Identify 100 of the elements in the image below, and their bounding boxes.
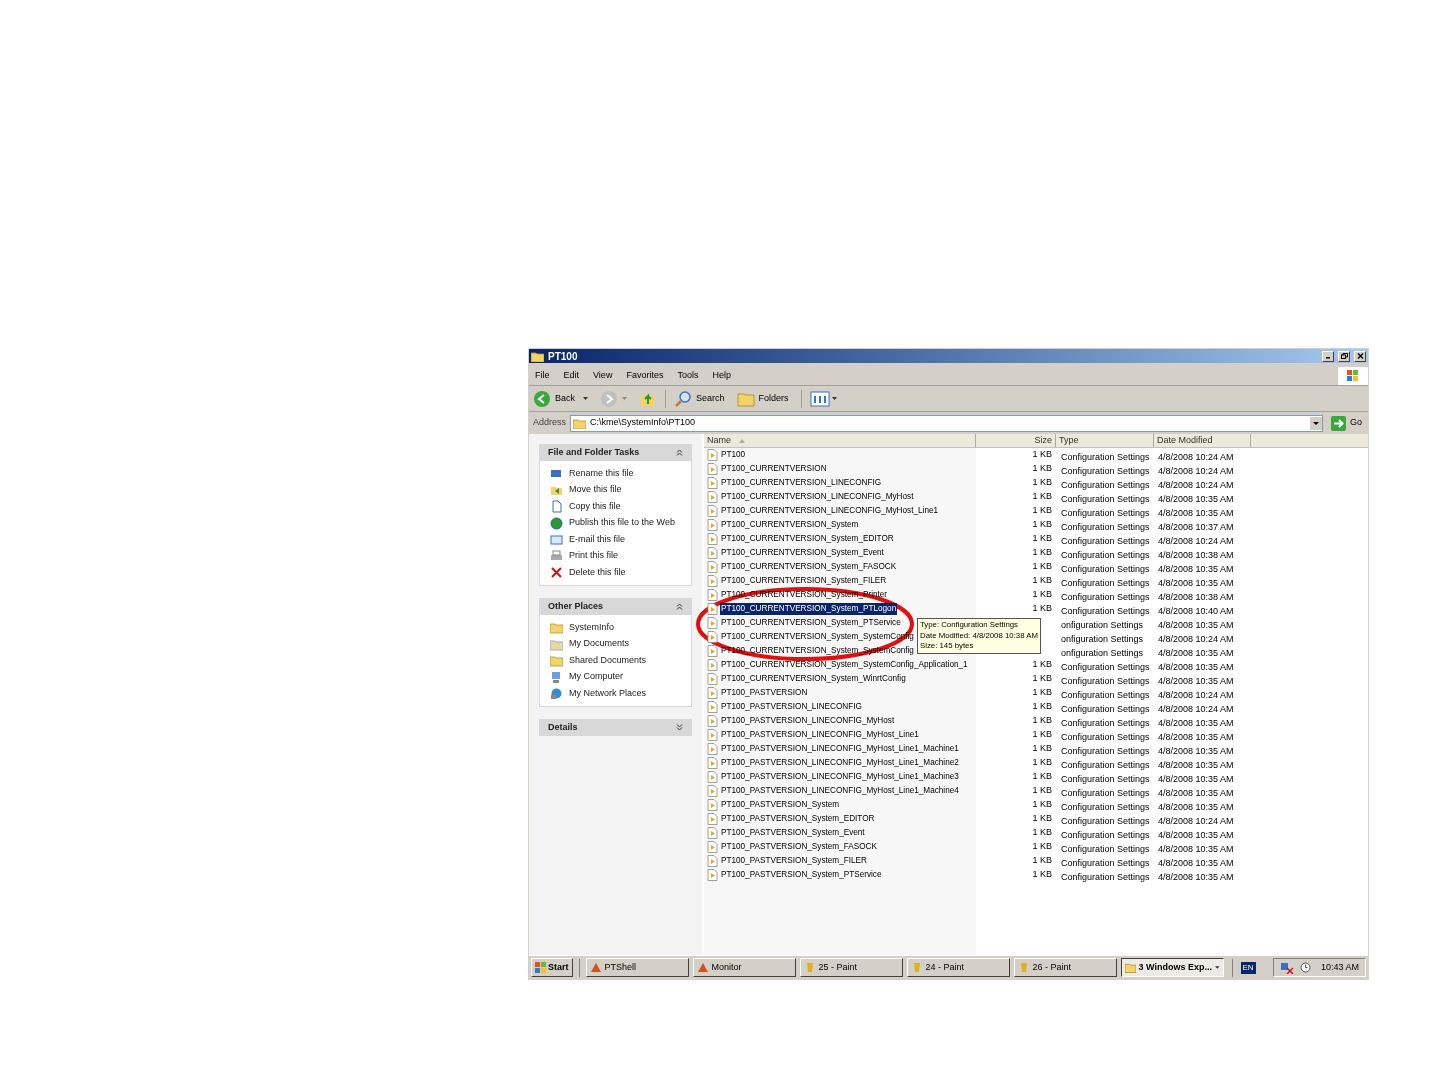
folder-icon [550, 654, 563, 667]
file-size: 1 KB [1032, 868, 1052, 882]
file-name[interactable]: PT100_CURRENTVERSION [720, 462, 828, 476]
column-header[interactable]: Type [1056, 434, 1154, 447]
file-icon [707, 603, 718, 615]
network-icon [550, 687, 563, 700]
column-header[interactable]: Size [976, 434, 1056, 447]
menu-item[interactable]: Edit [563, 368, 580, 383]
task-link[interactable]: Print this file [569, 549, 619, 563]
panel-header[interactable]: Other Places [539, 598, 692, 615]
folder-icon [573, 417, 587, 429]
file-name[interactable]: PT100_CURRENTVERSION_System_EDITOR [720, 532, 895, 546]
file-name[interactable]: PT100_PASTVERSION_System_Event [720, 826, 866, 840]
close-button[interactable] [1354, 350, 1366, 362]
date-modified: 4/8/2008 10:24 AM [1158, 816, 1234, 826]
taskbar-button[interactable]: 24 - Paint [906, 958, 1010, 977]
file-name[interactable]: PT100_CURRENTVERSION_System_PTLogon [720, 602, 898, 616]
date-modified: 4/8/2008 10:35 AM [1158, 802, 1234, 812]
task-link[interactable]: Publish this file to the Web [569, 516, 675, 530]
menu-item[interactable]: Favorites [626, 368, 664, 383]
file-name[interactable]: PT100_PASTVERSION_System [720, 798, 841, 812]
task-link[interactable]: SystemInfo [569, 620, 615, 635]
file-icon [707, 827, 718, 839]
file-icon [707, 505, 718, 517]
task-link[interactable]: My Computer [569, 670, 623, 684]
file-name[interactable]: PT100_CURRENTVERSION_System_Event [720, 546, 885, 560]
file-name[interactable]: PT100_CURRENTVERSION_System [720, 518, 860, 532]
date-modified: 4/8/2008 10:24 AM [1158, 452, 1234, 462]
folder-icon [736, 390, 755, 407]
start-button[interactable]: Start [531, 958, 573, 977]
network-icon[interactable] [1279, 961, 1294, 974]
taskbar-button[interactable]: 26 - Paint [1013, 958, 1117, 977]
taskbar-button[interactable]: 25 - Paint [799, 958, 903, 977]
date-modified: 4/8/2008 10:37 AM [1158, 522, 1234, 532]
task-link[interactable]: Shared Documents [569, 653, 647, 668]
file-name[interactable]: PT100_PASTVERSION [720, 686, 809, 700]
column-header[interactable]: Date Modified [1154, 434, 1251, 447]
menu-item[interactable]: Help [712, 368, 731, 383]
file-name[interactable]: PT100_CURRENTVERSION_System_PTService [720, 616, 902, 630]
copy-icon [550, 500, 563, 513]
file-name[interactable]: PT100_PASTVERSION_LINECONFIG_MyHost_Line1 [720, 728, 920, 742]
address-field[interactable]: C:\kme\SystemInfo\PT100 [570, 414, 1323, 432]
file-name[interactable]: PT100_CURRENTVERSION_LINECONFIG [720, 476, 883, 490]
date-modified: 4/8/2008 10:35 AM [1158, 648, 1234, 658]
task-link[interactable]: Move this file [569, 483, 622, 497]
file-name[interactable]: PT100_CURRENTVERSION_System_SystemConfig_Application_1 [720, 658, 969, 672]
panel-header[interactable]: File and Folder Tasks [539, 444, 692, 461]
file-name[interactable]: PT100_PASTVERSION_System_FASOCK [720, 840, 878, 854]
task-link[interactable]: My Documents [569, 637, 630, 651]
search-button[interactable]: Search [674, 389, 729, 408]
clock-icon[interactable] [1299, 962, 1311, 973]
task-link[interactable]: E-mail this file [569, 532, 625, 547]
taskbar-button[interactable]: 3 Windows Exp... [1120, 958, 1224, 977]
task-link[interactable]: Delete this file [569, 565, 626, 580]
file-name[interactable]: PT100_PASTVERSION_LINECONFIG_MyHost_Line1_Machine4 [720, 784, 960, 798]
file-name[interactable]: PT100 [720, 448, 747, 462]
file-name[interactable]: PT100_PASTVERSION_System_PTService [720, 868, 883, 882]
views-button[interactable] [809, 390, 837, 407]
task-link[interactable]: Rename this file [569, 466, 634, 481]
file-name[interactable]: PT100_PASTVERSION_LINECONFIG_MyHost [720, 714, 896, 728]
computer-icon [550, 670, 563, 684]
file-name[interactable]: PT100_PASTVERSION_LINECONFIG [720, 700, 863, 714]
file-name[interactable]: PT100_PASTVERSION_LINECONFIG_MyHost_Line1_Machine3 [720, 770, 960, 784]
taskbar-button[interactable]: Monitor [692, 958, 796, 977]
app-icon [589, 962, 602, 973]
email-icon [550, 533, 563, 546]
file-type: Configuration Settings [1061, 844, 1150, 854]
file-name[interactable]: PT100_PASTVERSION_System_FILER [720, 854, 868, 868]
file-name[interactable]: PT100_PASTVERSION_System_EDITOR [720, 812, 876, 826]
file-type: Configuration Settings [1061, 592, 1150, 602]
restore-button[interactable] [1338, 350, 1350, 362]
taskbar-button[interactable]: PTShell [585, 958, 689, 977]
file-icon [707, 449, 718, 461]
file-name[interactable]: PT100_CURRENTVERSION_LINECONFIG_MyHost [720, 490, 915, 504]
file-name[interactable]: PT100_CURRENTVERSION_System_FILER [720, 574, 888, 588]
file-name[interactable]: PT100_PASTVERSION_LINECONFIG_MyHost_Line1_Machine2 [720, 756, 960, 770]
menu-item[interactable]: View [593, 368, 613, 383]
back-button[interactable]: Back [533, 389, 579, 408]
menu-item[interactable]: Tools [677, 368, 699, 383]
task-link[interactable]: Copy this file [569, 499, 621, 514]
folders-button[interactable]: Folders [736, 390, 793, 407]
date-modified: 4/8/2008 10:35 AM [1158, 676, 1234, 686]
column-header[interactable]: Name [704, 434, 976, 447]
views-icon [809, 390, 830, 407]
date-modified: 4/8/2008 10:35 AM [1158, 564, 1234, 574]
file-name[interactable]: PT100_CURRENTVERSION_System_WinrtConfig [720, 672, 907, 686]
file-size: 1 KB [1032, 518, 1052, 532]
menu-item[interactable]: File [535, 368, 550, 383]
minimize-button[interactable] [1322, 350, 1334, 362]
file-name[interactable]: PT100_CURRENTVERSION_LINECONFIG_MyHost_Line1 [720, 504, 940, 518]
file-icon [707, 561, 718, 573]
file-name[interactable]: PT100_CURRENTVERSION_System_FASOCK [720, 560, 898, 574]
task-link[interactable]: My Network Places [569, 686, 647, 701]
file-size: 1 KB [1032, 798, 1052, 812]
file-size: 1 KB [1032, 826, 1052, 840]
file-name[interactable]: PT100_PASTVERSION_LINECONFIG_MyHost_Line1_Machine1 [720, 742, 960, 756]
go-button[interactable]: Go [1331, 415, 1362, 431]
language-indicator[interactable]: EN [1240, 961, 1256, 974]
dropdown-arrow-icon[interactable] [583, 397, 588, 400]
panel-header[interactable]: Details [539, 719, 692, 736]
